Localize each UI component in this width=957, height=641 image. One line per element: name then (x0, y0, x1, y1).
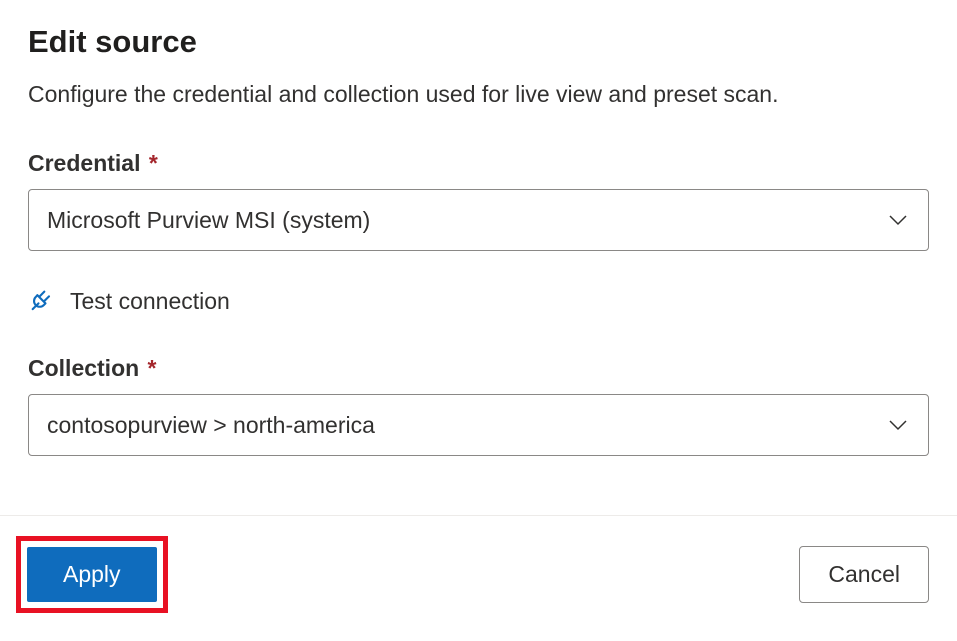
collection-label: Collection * (28, 355, 929, 382)
apply-highlight-box: Apply (16, 536, 168, 613)
footer-actions: Apply Cancel (0, 515, 957, 641)
collection-selected-value: contosopurview > north-america (47, 412, 375, 439)
required-indicator: * (142, 150, 157, 176)
chevron-down-icon (886, 208, 910, 232)
credential-selected-value: Microsoft Purview MSI (system) (47, 207, 370, 234)
plug-icon (28, 287, 56, 315)
credential-field-group: Credential * Microsoft Purview MSI (syst… (28, 150, 929, 251)
cancel-button[interactable]: Cancel (799, 546, 929, 603)
credential-label-text: Credential (28, 150, 140, 176)
page-title: Edit source (28, 24, 929, 60)
test-connection-label: Test connection (70, 288, 230, 315)
collection-label-text: Collection (28, 355, 139, 381)
collection-dropdown[interactable]: contosopurview > north-america (28, 394, 929, 456)
page-description: Configure the credential and collection … (28, 78, 929, 110)
collection-field-group: Collection * contosopurview > north-amer… (28, 355, 929, 456)
apply-button[interactable]: Apply (27, 547, 157, 602)
test-connection-button[interactable]: Test connection (28, 287, 929, 315)
credential-dropdown[interactable]: Microsoft Purview MSI (system) (28, 189, 929, 251)
credential-label: Credential * (28, 150, 929, 177)
chevron-down-icon (886, 413, 910, 437)
required-indicator: * (141, 355, 156, 381)
